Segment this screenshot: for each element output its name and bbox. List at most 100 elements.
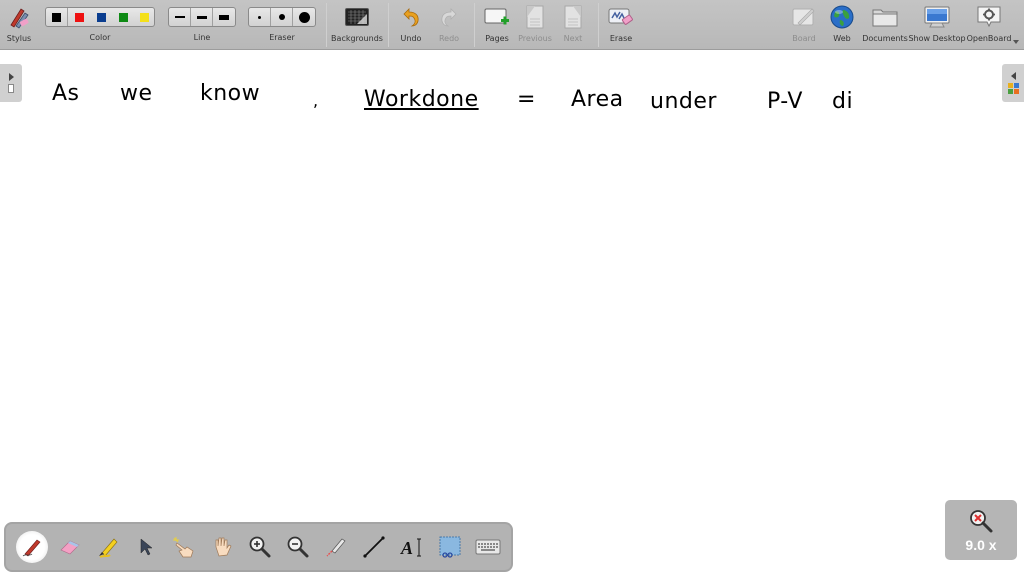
previous-page-button[interactable]: Previous — [518, 0, 552, 50]
laser-pointer-tool[interactable] — [317, 528, 355, 566]
next-page-button[interactable]: Next — [558, 0, 588, 50]
pages-button[interactable]: Pages — [482, 0, 512, 50]
next-label: Next — [563, 34, 583, 43]
eraser-medium[interactable] — [271, 8, 293, 26]
left-panel-toggle[interactable] — [0, 64, 22, 102]
toolbar-divider — [474, 3, 475, 47]
toolbar-divider — [388, 3, 389, 47]
text-tool[interactable]: A — [393, 528, 431, 566]
color-yellow[interactable] — [134, 8, 154, 26]
openboard-menu-button[interactable]: OpenBoard — [967, 0, 1011, 50]
line-thin[interactable] — [169, 8, 191, 26]
zoom-indicator[interactable]: 9.0 x — [945, 500, 1017, 560]
color-blue[interactable] — [90, 8, 112, 26]
color-black[interactable] — [46, 8, 68, 26]
virtual-keyboard-tool[interactable] — [469, 528, 507, 566]
highlighter-icon — [99, 538, 118, 558]
backgrounds-button[interactable]: Backgrounds — [331, 0, 383, 50]
handwriting-stroke: di — [832, 89, 854, 114]
eraser-tool[interactable] — [51, 528, 89, 566]
board-label: Board — [792, 34, 816, 43]
zoom-in-tool[interactable] — [241, 528, 279, 566]
next-page-icon — [563, 0, 583, 34]
right-panel-toggle[interactable] — [1002, 64, 1024, 102]
documents-label: Documents — [862, 34, 908, 43]
previous-label: Previous — [518, 34, 552, 43]
handwriting-stroke: P-V — [767, 89, 803, 114]
stylus-icon — [7, 0, 31, 34]
web-label: Web — [833, 34, 851, 43]
handwriting-stroke: = — [517, 87, 536, 112]
line-tool[interactable] — [355, 528, 393, 566]
handwriting-stroke: know — [200, 81, 261, 106]
selector-tool[interactable] — [127, 528, 165, 566]
color-group: Color — [45, 0, 155, 50]
stylus-palette: A — [4, 522, 513, 572]
line-width-picker — [168, 7, 236, 27]
eraser-label: Eraser — [269, 33, 295, 42]
undo-label: Undo — [400, 34, 422, 43]
arrow-left-icon — [1010, 72, 1016, 80]
zoom-reset-icon — [970, 509, 993, 532]
undo-button[interactable]: Undo — [396, 0, 426, 50]
toolbar-divider — [326, 3, 327, 47]
pages-label: Pages — [485, 34, 509, 43]
handwriting-stroke: As — [52, 81, 80, 106]
board-button[interactable]: Board — [789, 0, 819, 50]
color-picker — [45, 7, 155, 27]
hand-icon — [215, 537, 232, 557]
stylus-button[interactable]: Stylus — [4, 0, 34, 50]
line-group: Line — [168, 0, 236, 50]
arrow-cursor-icon — [140, 538, 153, 556]
folder-icon — [872, 0, 898, 34]
erase-icon — [608, 0, 634, 34]
pointing-hand-icon — [173, 537, 194, 558]
arrow-right-icon — [8, 73, 14, 81]
keyboard-icon — [475, 539, 501, 555]
svg-text:A: A — [400, 538, 413, 558]
backgrounds-icon — [345, 0, 369, 34]
color-green[interactable] — [112, 8, 134, 26]
add-page-icon — [484, 0, 510, 34]
color-red[interactable] — [68, 8, 90, 26]
web-button[interactable]: Web — [827, 0, 857, 50]
capture-tool[interactable] — [431, 528, 469, 566]
handwriting-stroke: we — [120, 81, 153, 106]
redo-button[interactable]: Redo — [434, 0, 464, 50]
eraser-group: Eraser — [248, 0, 316, 50]
stylus-label: Stylus — [6, 34, 32, 43]
show-desktop-label: Show Desktop — [908, 34, 966, 43]
chevron-down-icon[interactable] — [1013, 40, 1019, 44]
color-label: Color — [89, 33, 111, 42]
page-thumbnail-icon — [8, 84, 14, 93]
documents-button[interactable]: Documents — [862, 0, 908, 50]
settings-icon — [976, 0, 1002, 34]
erase-label: Erase — [609, 34, 633, 43]
eraser-icon — [60, 540, 80, 555]
pen-tool[interactable] — [16, 531, 48, 563]
erase-button[interactable]: Erase — [606, 0, 636, 50]
line-icon — [363, 536, 385, 558]
interact-tool[interactable] — [165, 528, 203, 566]
eraser-large[interactable] — [293, 8, 315, 26]
openboard-label: OpenBoard — [966, 34, 1012, 43]
hand-tool[interactable] — [203, 528, 241, 566]
handwriting-stroke: under — [650, 89, 717, 114]
eraser-small[interactable] — [249, 8, 271, 26]
zoom-out-tool[interactable] — [279, 528, 317, 566]
backgrounds-label: Backgrounds — [331, 34, 383, 43]
laser-pointer-icon — [326, 538, 346, 557]
redo-icon — [438, 0, 460, 34]
pen-icon — [22, 539, 41, 557]
line-thick[interactable] — [213, 8, 235, 26]
screen-capture-icon — [439, 536, 461, 558]
show-desktop-button[interactable]: Show Desktop — [908, 0, 966, 50]
marker-tool[interactable] — [89, 528, 127, 566]
zoom-in-icon — [249, 536, 271, 558]
zoom-level-value: 9.0 x — [965, 536, 997, 553]
previous-page-icon — [525, 0, 545, 34]
handwriting-stroke: Workdone — [364, 87, 479, 112]
globe-icon — [830, 0, 854, 34]
line-medium[interactable] — [191, 8, 213, 26]
whiteboard-canvas[interactable]: As we know , Workdone = Area under P-V d… — [0, 51, 1024, 576]
